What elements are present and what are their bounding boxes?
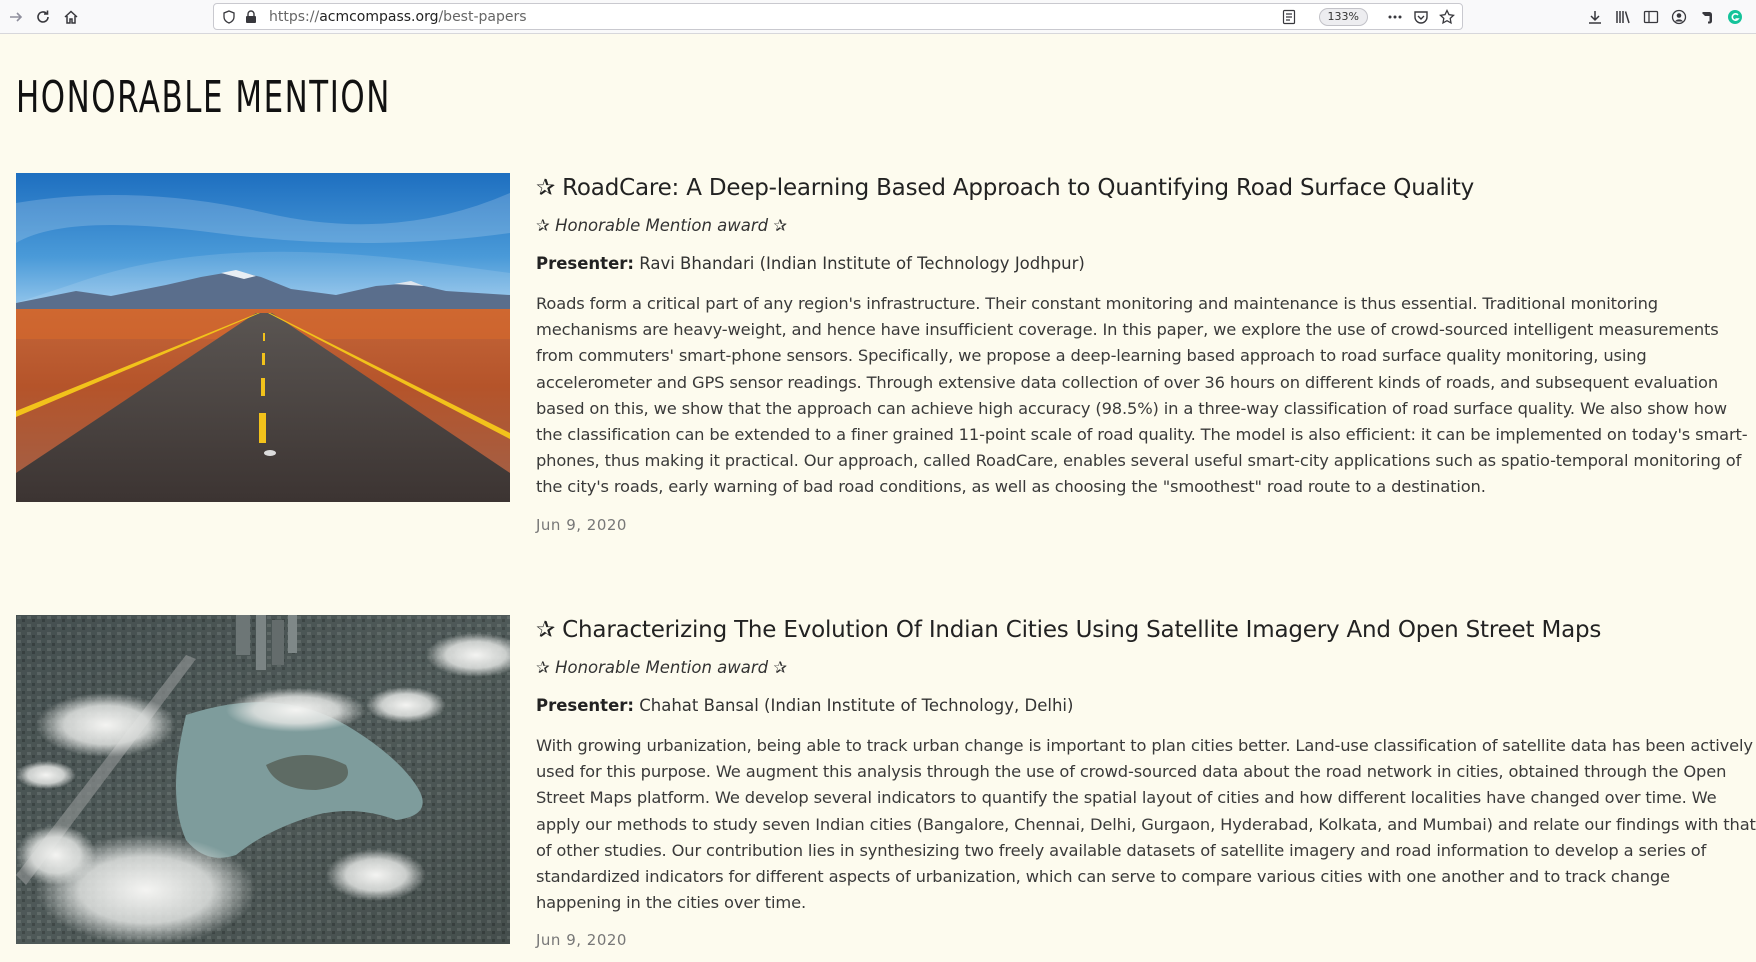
sidebar-icon [1643,10,1659,24]
account-icon [1671,9,1687,25]
paper-abstract: With growing urbanization, being able to… [536,736,1756,913]
reader-view-icon[interactable] [1281,9,1297,25]
home-icon [64,10,78,24]
download-icon [1589,11,1601,24]
sidebar-button[interactable] [1638,4,1664,30]
more-dots-icon [1388,15,1402,19]
evernote-elephant-icon [1702,12,1712,24]
presenter-line: Presenter: Ravi Bhandari (Indian Institu… [536,253,1756,275]
aerial-city-photo [16,615,510,944]
forward-button[interactable] [3,4,29,30]
arrow-right-icon [10,12,23,22]
library-icon [1616,11,1630,24]
lock-icon[interactable] [245,10,257,24]
tracking-shield-icon[interactable] [222,10,236,24]
account-button[interactable] [1666,4,1692,30]
url-text[interactable]: https://acmcompass.org/best-papers [269,9,527,25]
downloads-button[interactable] [1582,4,1608,30]
presenter-line: Presenter: Chahat Bansal (Indian Institu… [536,695,1756,717]
publish-date: Jun 9, 2020 [536,515,627,534]
paper-title-link[interactable]: ✰ Characterizing The Evolution Of Indian… [536,615,1756,645]
presenter-name: Chahat Bansal (Indian Institute of Techn… [639,696,1074,715]
url-bar[interactable]: https://acmcompass.org/best-papers 133% [213,3,1463,30]
award-label: ✰ Honorable Mention award ✰ [536,658,788,677]
browser-toolbar: https://acmcompass.org/best-papers 133% [0,0,1756,34]
road-photo [16,173,510,502]
home-button[interactable] [58,4,84,30]
star-icon [1439,9,1455,25]
grammarly-icon [1728,10,1742,24]
library-button[interactable] [1610,4,1636,30]
bookmark-star-button[interactable] [1438,8,1456,26]
paper-title-link[interactable]: ✰ RoadCare: A Deep-learning Based Approa… [536,173,1756,203]
grammarly-extension-button[interactable] [1722,4,1748,30]
url-prefix: https:// [269,9,320,25]
url-host: acmcompass.org [319,9,439,25]
url-path: /best-papers [438,9,527,25]
presenter-label: Presenter: [536,254,634,273]
zoom-level-badge[interactable]: 133% [1318,8,1368,26]
award-label: ✰ Honorable Mention award ✰ [536,216,788,235]
presenter-name: Ravi Bhandari (Indian Institute of Techn… [639,254,1085,273]
paper-abstract: Roads form a critical part of any region… [536,294,1748,497]
page-actions-button[interactable] [1386,8,1404,26]
reload-icon [37,10,49,23]
publish-date: Jun 9, 2020 [536,931,627,950]
pocket-icon [1414,11,1428,24]
presenter-label: Presenter: [536,696,634,715]
pocket-button[interactable] [1412,8,1430,26]
evernote-extension-button[interactable] [1694,4,1720,30]
page-title: HONORABLE MENTION [16,72,391,123]
reload-button[interactable] [30,4,56,30]
